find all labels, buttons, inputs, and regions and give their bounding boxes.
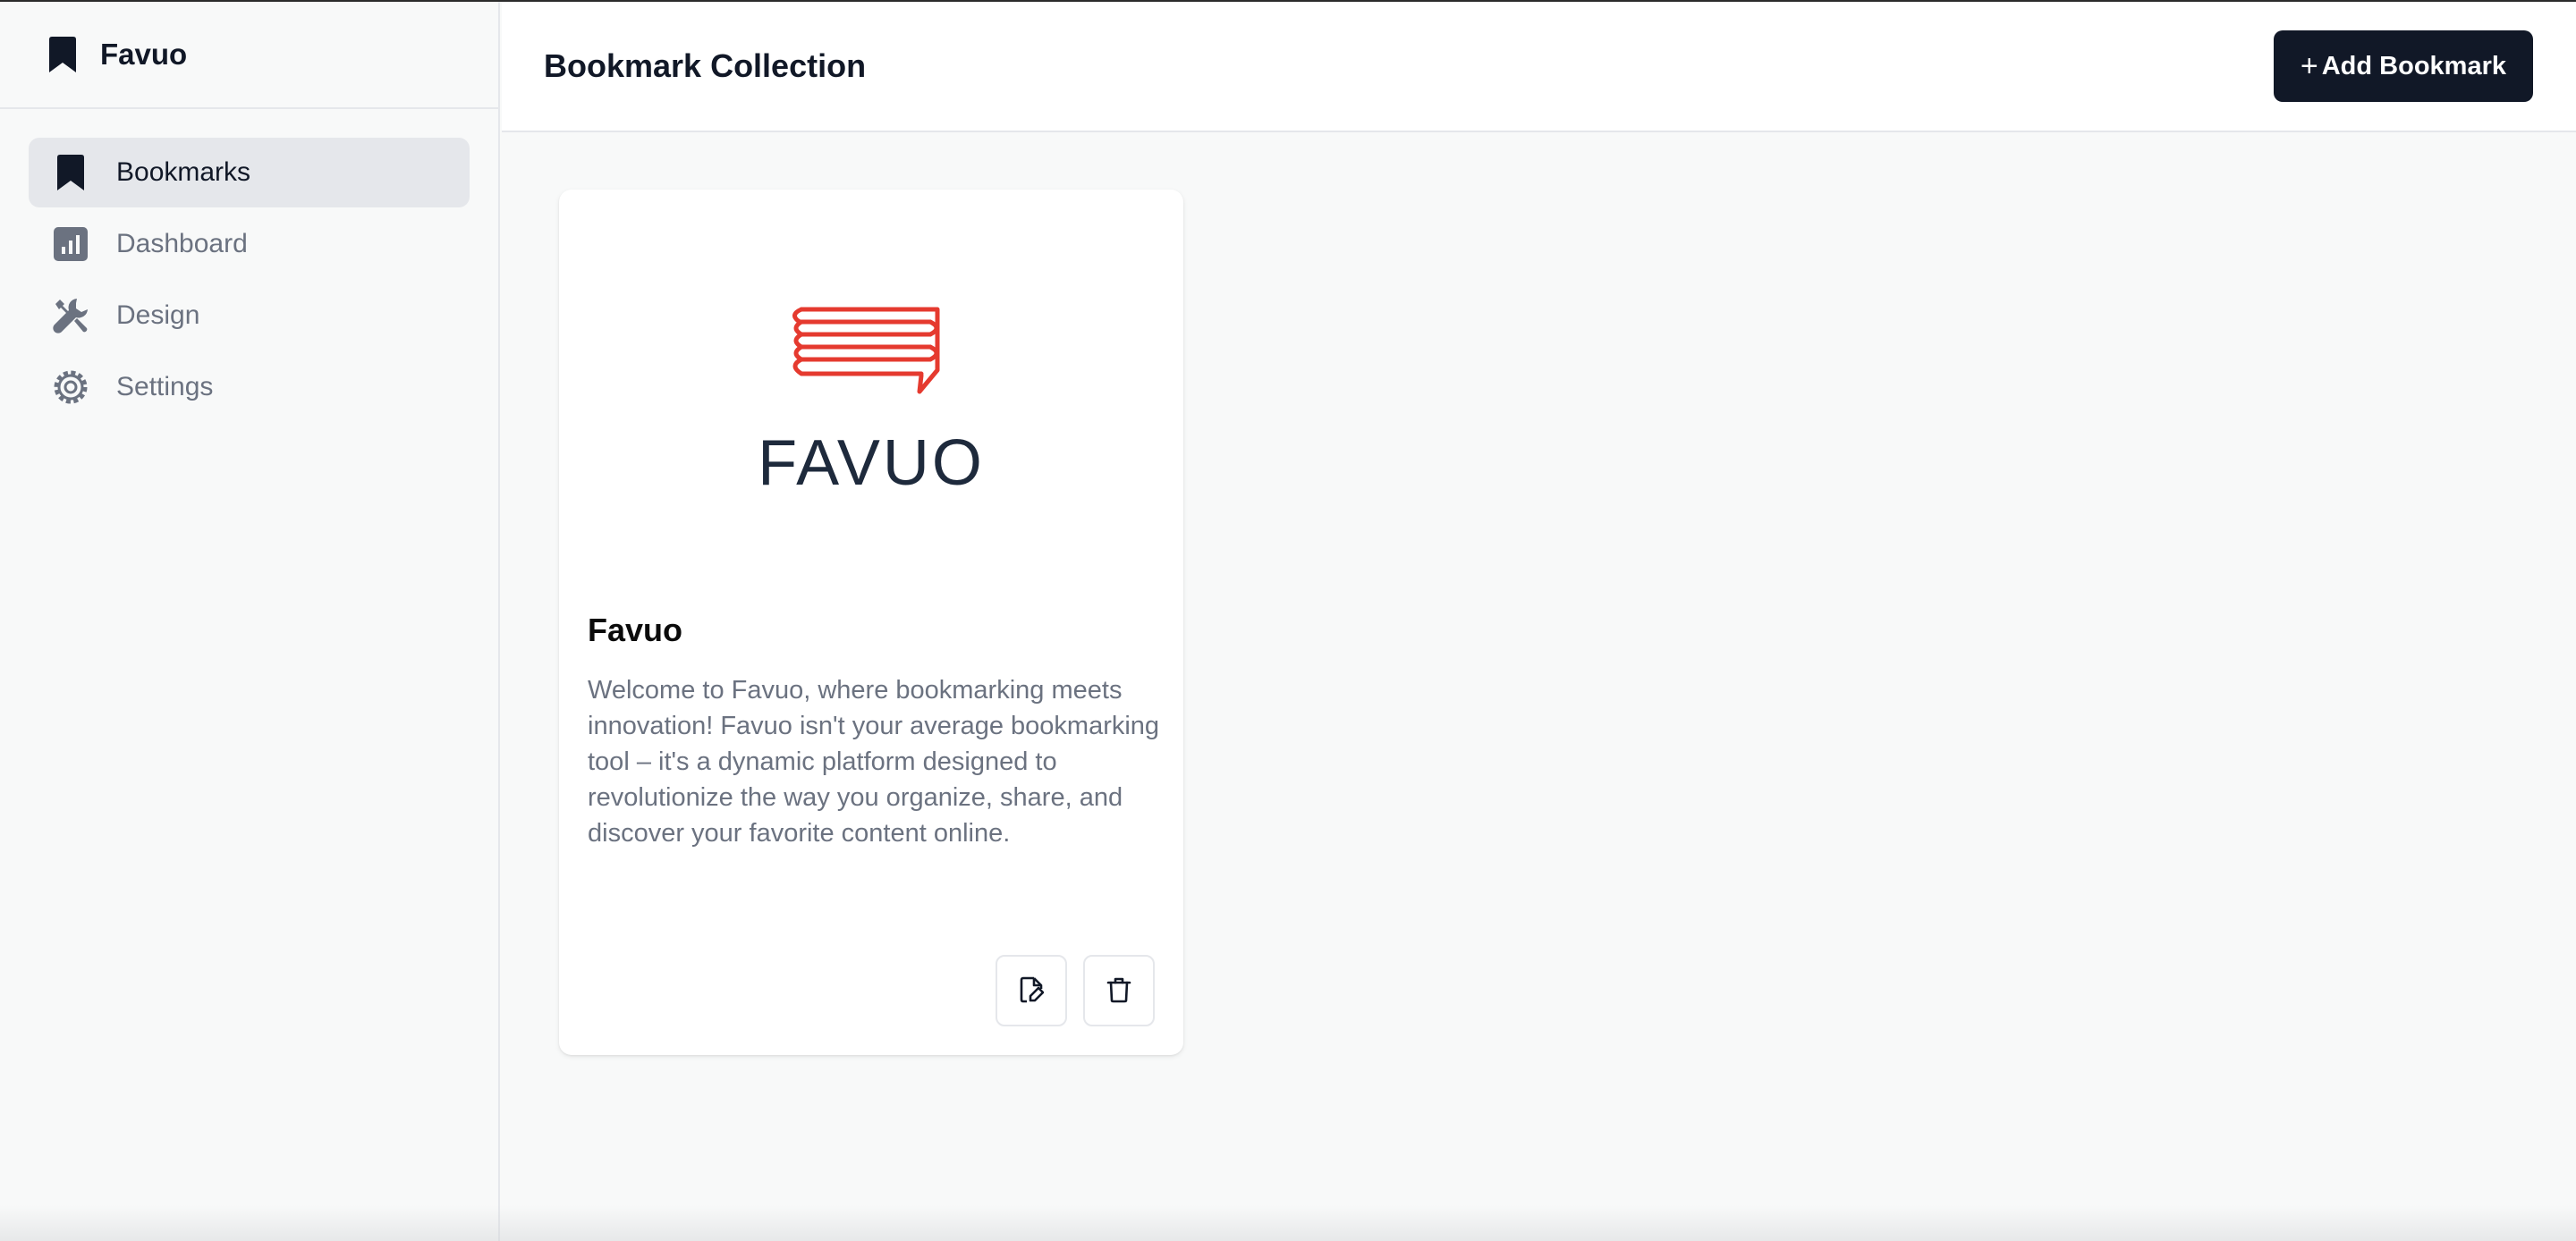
brand-name: Favuo: [100, 38, 188, 71]
edit-bookmark-button[interactable]: [996, 955, 1067, 1026]
add-bookmark-button[interactable]: + Add Bookmark: [2273, 30, 2533, 102]
sidebar-item-design[interactable]: Design: [29, 281, 470, 350]
edit-file-icon: [1019, 976, 1045, 1006]
sidebar-item-bookmarks[interactable]: Bookmarks: [29, 138, 470, 207]
gear-icon: [52, 368, 89, 406]
bar-chart-icon: [52, 225, 89, 263]
add-bookmark-label: Add Bookmark: [2321, 51, 2506, 80]
sidebar-nav: Bookmarks Dashboard Design Settings: [0, 109, 498, 452]
bookmark-icon: [52, 154, 89, 191]
bookmark-title: Favuo: [588, 612, 683, 648]
sidebar-item-label: Bookmarks: [116, 157, 251, 187]
bookmark-card-body: Favuo Welcome to Favuo, where bookmarkin…: [559, 612, 1183, 851]
sidebar-item-settings[interactable]: Settings: [29, 352, 470, 422]
sidebar: Favuo Bookmarks Dashboard Design Setting…: [0, 2, 500, 1241]
plus-icon: +: [2300, 48, 2318, 83]
favuo-logo: FAVUO: [758, 307, 985, 494]
bookmark-actions: [996, 955, 1155, 1026]
sidebar-item-label: Design: [116, 300, 200, 330]
brand[interactable]: Favuo: [0, 2, 498, 109]
bookmark-description: Welcome to Favuo, where bookmarking meet…: [588, 676, 1160, 848]
top-header: Bookmark Collection + Add Bookmark: [502, 2, 2576, 132]
sidebar-item-label: Dashboard: [116, 229, 248, 258]
bookmark-icon: [47, 37, 79, 72]
delete-bookmark-button[interactable]: [1083, 955, 1155, 1026]
bottom-shadow: [0, 1205, 2576, 1241]
sidebar-item-dashboard[interactable]: Dashboard: [29, 209, 470, 279]
bookmark-thumbnail: FAVUO: [559, 190, 1183, 610]
sidebar-item-label: Settings: [116, 372, 214, 401]
tools-icon: [52, 297, 89, 334]
app-window: Favuo Bookmarks Dashboard Design Setting…: [0, 0, 2576, 1241]
bookmark-card[interactable]: FAVUO Favuo Welcome to Favuo, where book…: [559, 190, 1183, 1055]
trash-icon: [1106, 976, 1131, 1006]
page-title: Bookmark Collection: [544, 47, 867, 84]
svg-text:FAVUO: FAVUO: [758, 427, 985, 494]
